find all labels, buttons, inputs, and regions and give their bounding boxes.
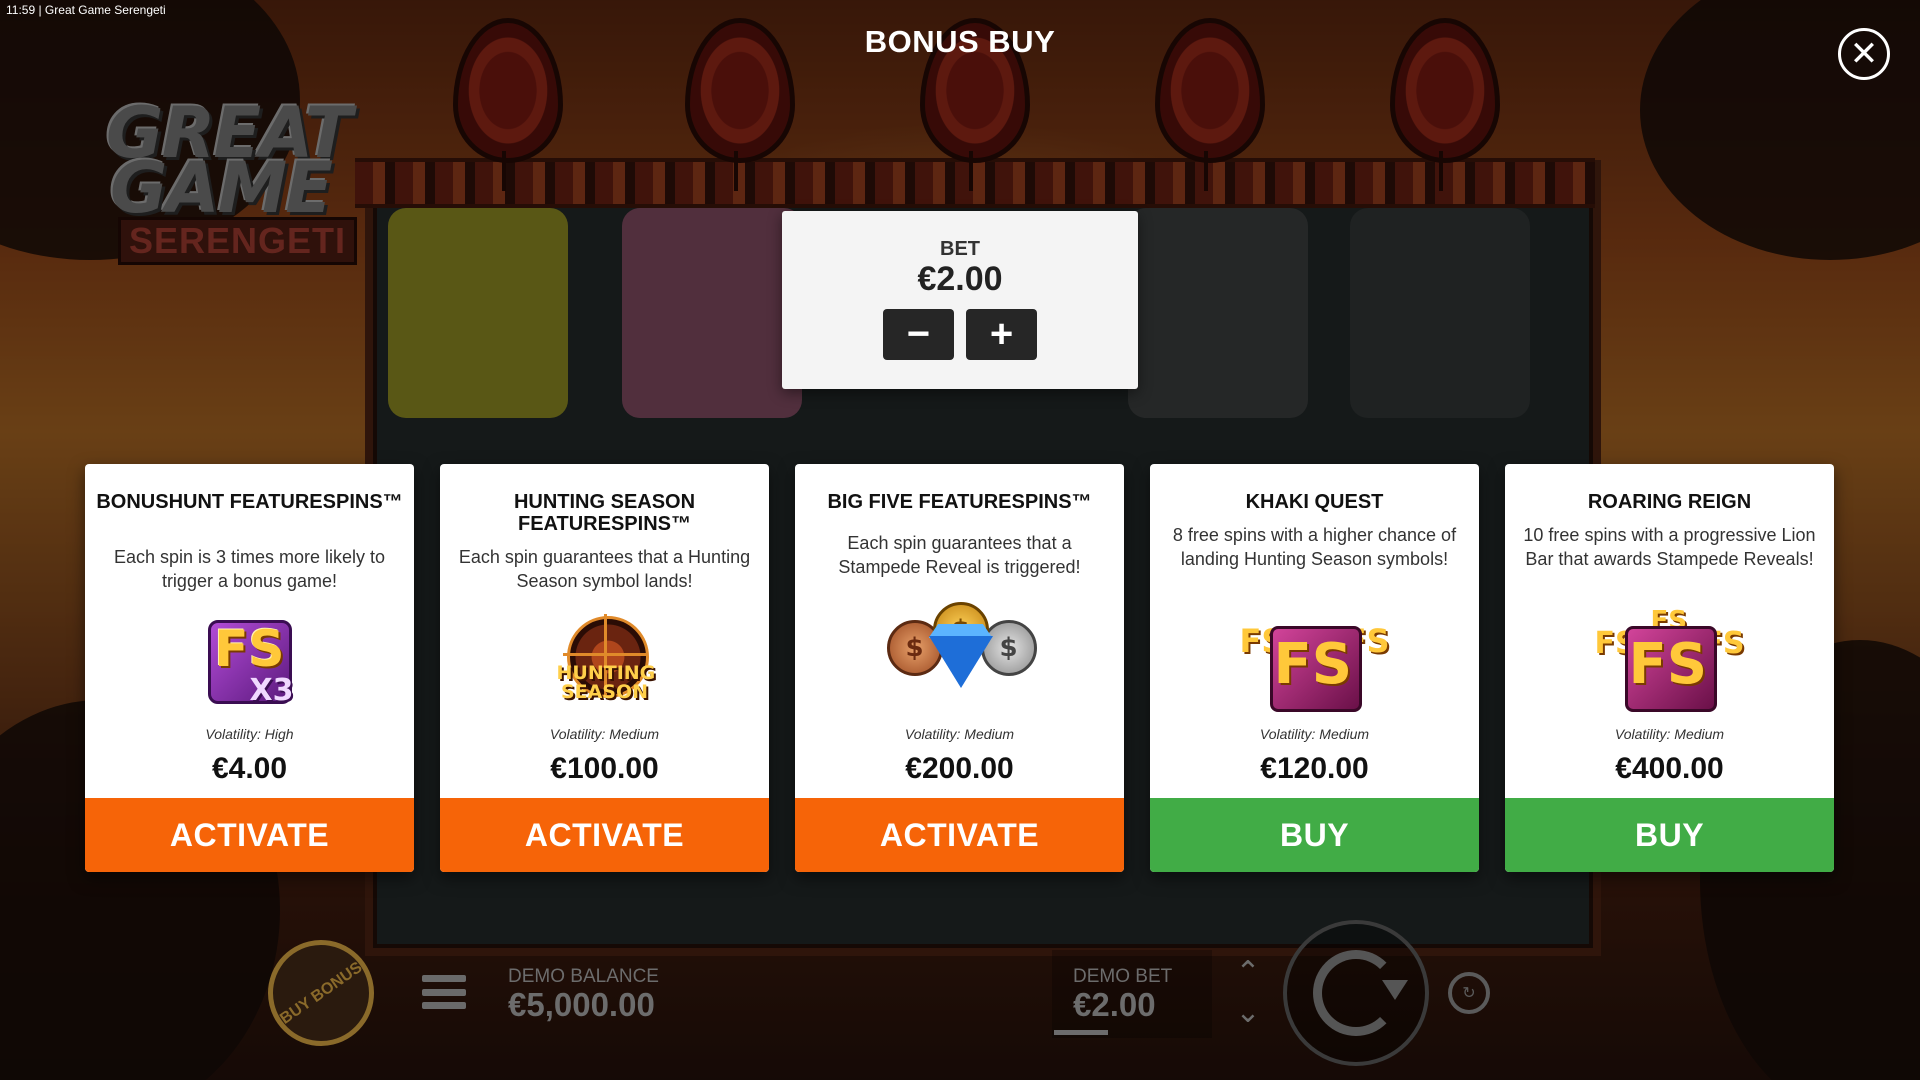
card-description: Each spin is 3 times more likely to trig… [113, 547, 386, 591]
card-icon-wrap: FS X3 [85, 612, 414, 712]
fs-center: FS [1628, 632, 1708, 697]
window-title-bar: 11:59 | Great Game Serengeti [6, 3, 166, 17]
chevron-up-icon[interactable]: ⌃ [1235, 958, 1260, 988]
minus-icon: − [906, 312, 931, 356]
card-description: Each spin guarantees that a Hunting Seas… [458, 547, 751, 591]
card-description: Each spin guarantees that a Stampede Rev… [838, 533, 1081, 577]
hunting-season-icon-text: HUNTING SEASON [556, 662, 656, 703]
bet-value: €2.00 [917, 260, 1003, 298]
fs-x3-icon-multiplier: X3 [249, 673, 294, 708]
menu-line [422, 975, 466, 982]
card-title: BONUSHUNT FEATURESPINS™ [96, 491, 403, 513]
card-volatility: Volatility: Medium [1614, 726, 1725, 742]
card-volatility: Volatility: High [205, 726, 294, 742]
buy-button[interactable]: BUY [1505, 798, 1834, 872]
card-icon-wrap: FS FS FS FS [1505, 606, 1834, 712]
activate-button[interactable]: ACTIVATE [440, 798, 769, 872]
chevron-down-icon[interactable]: ⌄ [1235, 998, 1260, 1028]
card-price: €200.00 [905, 752, 1014, 785]
bonus-card-big-five: BIG FIVE FEATURESPINS™ Each spin guarant… [795, 464, 1124, 872]
card-volatility: Volatility: Medium [549, 726, 660, 742]
fs-quad-icon: FS FS FS FS [1595, 606, 1745, 712]
bet-stepper: ⌃ ⌄ [1228, 958, 1268, 1028]
card-title: BIG FIVE FEATURESPINS™ [827, 491, 1092, 513]
menu-line [422, 988, 466, 996]
window-title: | Great Game Serengeti [38, 3, 166, 17]
card-volatility: Volatility: Medium [1259, 726, 1370, 742]
bet-panel: BET €2.00 − + [782, 211, 1138, 389]
card-icon-wrap: $ $ $ [795, 600, 1124, 700]
fs-x3-icon: FS X3 [202, 614, 298, 710]
card-title: ROARING REIGN [1587, 491, 1752, 513]
demo-bet-value: €2.00 [1073, 986, 1156, 1023]
card-title: HUNTING SEASON FEATURESPINS™ [513, 491, 696, 535]
demo-bet-indicator [1054, 1030, 1108, 1035]
card-price: €4.00 [211, 752, 288, 785]
card-description: 8 free spins with a higher chance of lan… [1172, 525, 1457, 569]
card-volatility: Volatility: Medium [904, 726, 1015, 742]
bonus-card-roaring-reign: ROARING REIGN 10 free spins with a progr… [1505, 464, 1834, 872]
bet-controls: − + [782, 309, 1138, 360]
plus-icon: + [989, 312, 1014, 356]
menu-line [422, 1002, 466, 1009]
close-icon: ✕ [1849, 35, 1879, 73]
balance-value: €5,000.00 [508, 986, 655, 1023]
bonus-card-hunting-season: HUNTING SEASON FEATURESPINS™ Each spin g… [440, 464, 769, 872]
decrease-bet-button[interactable]: − [883, 309, 954, 360]
crosshair-horizontal [562, 653, 647, 656]
bonus-cards: BONUSHUNT FEATURESPINS™ Each spin is 3 t… [85, 464, 1835, 872]
balance-label: DEMO BALANCE [508, 966, 659, 987]
card-price: €400.00 [1615, 752, 1724, 785]
card-title: KHAKI QUEST [1245, 491, 1384, 513]
diamond-icon [928, 636, 993, 688]
spin-button[interactable] [1283, 920, 1429, 1066]
card-icon-wrap: HUNTING SEASON [440, 612, 769, 712]
hunting-season-icon: HUNTING SEASON [556, 614, 656, 710]
fs-center: FS [1273, 632, 1353, 697]
demo-bet-label: DEMO BET [1073, 966, 1173, 987]
increase-bet-button[interactable]: + [966, 309, 1037, 360]
modal-title: BONUS BUY [864, 24, 1056, 59]
bet-label: BET [940, 238, 980, 260]
bonus-card-khaki-quest: KHAKI QUEST 8 free spins with a higher c… [1150, 464, 1479, 872]
buy-button[interactable]: BUY [1150, 798, 1479, 872]
activate-button[interactable]: ACTIVATE [795, 798, 1124, 872]
card-price: €100.00 [550, 752, 659, 785]
card-icon-wrap: FS FS FS [1150, 612, 1479, 712]
card-description: 10 free spins with a progressive Lion Ba… [1523, 525, 1816, 569]
card-price: €120.00 [1260, 752, 1369, 785]
fs-triple-icon: FS FS FS [1240, 612, 1390, 712]
autoplay-button[interactable]: ↻ [1448, 972, 1490, 1014]
activate-button[interactable]: ACTIVATE [85, 798, 414, 872]
menu-icon[interactable] [422, 975, 466, 1009]
coins-diamond-icon: $ $ $ [885, 600, 1037, 700]
clock: 11:59 [6, 3, 36, 17]
autoplay-icon: ↻ [1462, 985, 1476, 1002]
close-button[interactable]: ✕ [1838, 28, 1890, 80]
bonus-card-bonushunt: BONUSHUNT FEATURESPINS™ Each spin is 3 t… [85, 464, 414, 872]
fs-x3-icon-text: FS [214, 620, 285, 678]
spin-arrow-icon [1382, 980, 1408, 1000]
